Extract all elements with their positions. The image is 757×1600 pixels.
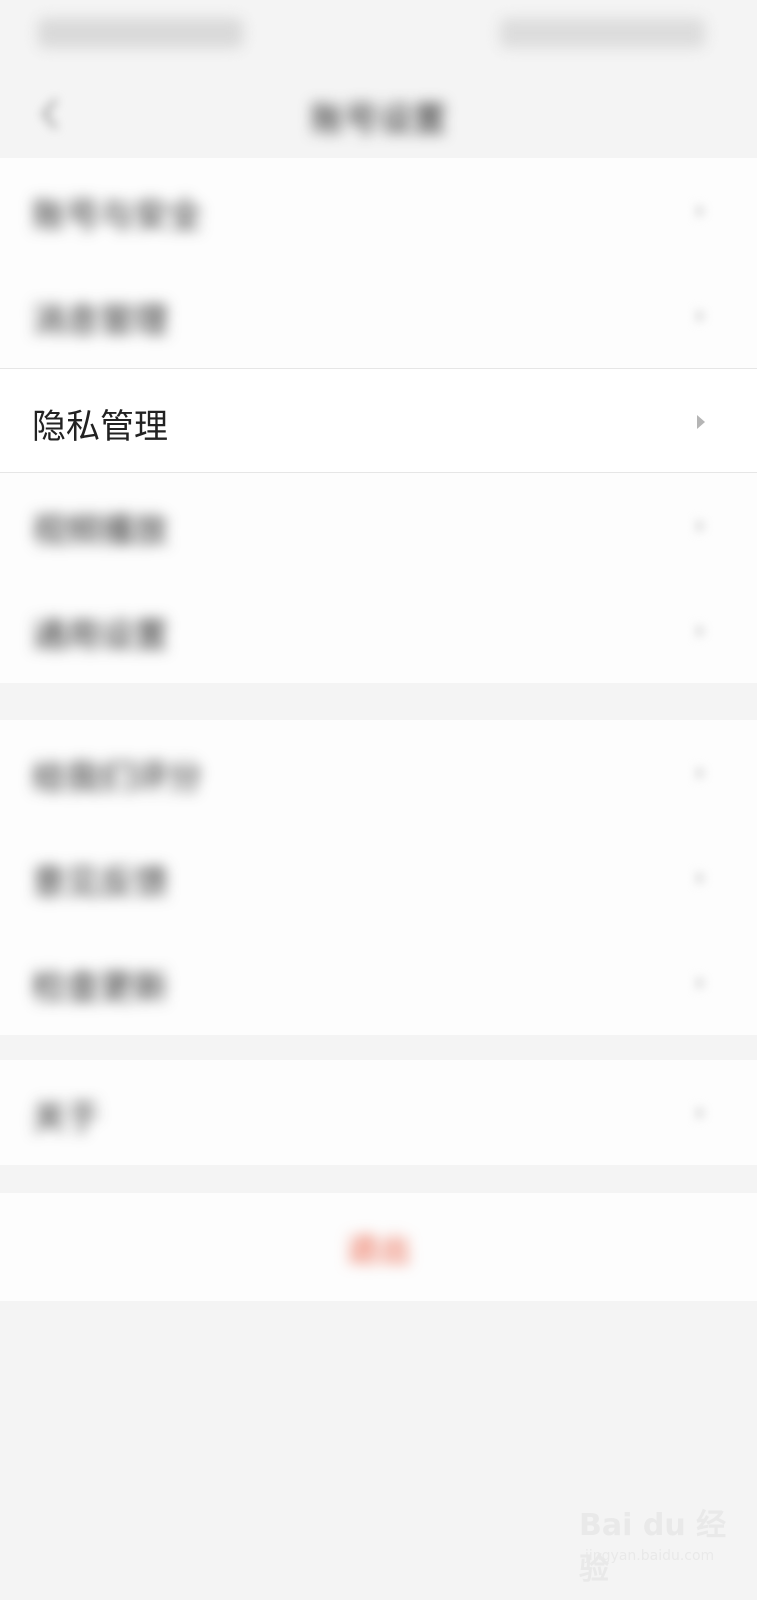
- watermark-url: jingyan.baidu.com: [585, 1548, 715, 1564]
- settings-row-message[interactable]: 消息管理: [0, 263, 757, 368]
- nav-bar: 账号设置: [0, 70, 757, 156]
- chevron-right-icon: [695, 307, 707, 325]
- chevron-right-icon: [695, 869, 707, 887]
- settings-row-feedback[interactable]: 意见反馈: [0, 825, 757, 930]
- row-label: 检查更新: [32, 968, 168, 1008]
- chevron-right-icon: [695, 622, 707, 640]
- chevron-right-icon: [695, 1104, 707, 1122]
- settings-row-account-security[interactable]: 账号与安全: [0, 158, 757, 263]
- settings-group-3: 关于: [0, 1060, 757, 1165]
- row-label: 关于: [32, 1098, 100, 1138]
- chevron-right-icon: [695, 413, 707, 431]
- chevron-right-icon: [695, 764, 707, 782]
- logout-button[interactable]: 退出: [0, 1193, 757, 1301]
- page-title: 账号设置: [310, 100, 447, 140]
- status-left-text: [38, 18, 243, 48]
- status-bar: [0, 0, 757, 70]
- chevron-right-icon: [695, 202, 707, 220]
- row-label: 给我们评分: [32, 758, 202, 798]
- row-label: 意见反馈: [32, 863, 168, 903]
- row-label: 账号与安全: [32, 196, 202, 236]
- settings-row-privacy[interactable]: 隐私管理: [0, 368, 757, 473]
- settings-row-update[interactable]: 检查更新: [0, 930, 757, 1035]
- row-label: 消息管理: [32, 301, 168, 341]
- settings-row-general[interactable]: 通用设置: [0, 578, 757, 683]
- chevron-right-icon: [695, 974, 707, 992]
- settings-row-video[interactable]: 视频播放: [0, 473, 757, 578]
- logout-label: 退出: [346, 1231, 411, 1269]
- settings-row-rate[interactable]: 给我们评分: [0, 720, 757, 825]
- settings-group-1: 账号与安全 消息管理 隐私管理 视频播放 通用设置: [0, 158, 757, 683]
- baidu-jingyan-watermark: Bai du 经验 jingyan.baidu.com: [579, 1500, 729, 1587]
- chevron-right-icon: [695, 517, 707, 535]
- row-label: 隐私管理: [32, 407, 168, 447]
- row-label: 通用设置: [32, 616, 168, 656]
- row-label: 视频播放: [32, 511, 168, 551]
- settings-row-about[interactable]: 关于: [0, 1060, 757, 1165]
- status-right-icons: [500, 18, 705, 48]
- settings-group-2: 给我们评分 意见反馈 检查更新: [0, 720, 757, 1035]
